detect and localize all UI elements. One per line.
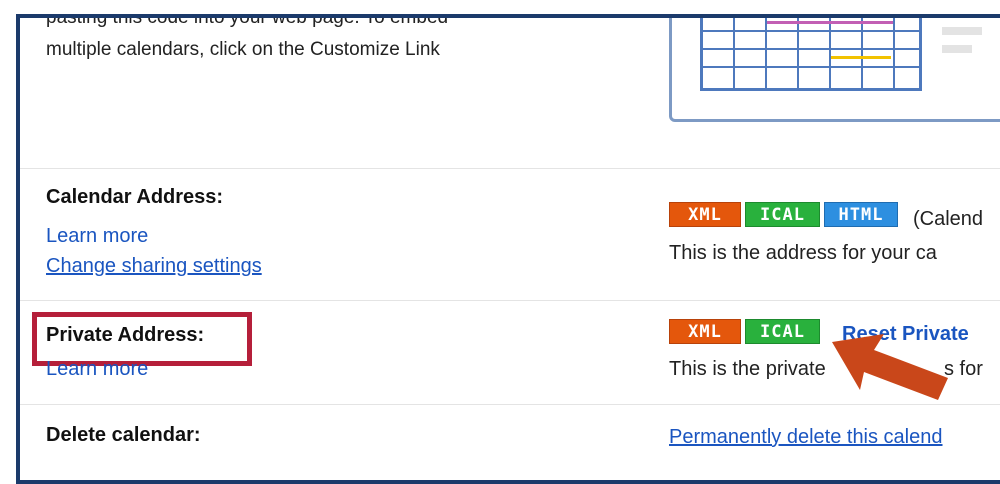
- private-xml-button[interactable]: XML: [669, 319, 741, 344]
- divider: [20, 168, 1000, 169]
- embed-instructions: pasting this code into your web page. To…: [46, 14, 606, 66]
- settings-panel: pasting this code into your web page. To…: [16, 14, 1000, 484]
- pointer-arrow-icon: [832, 334, 948, 400]
- private-address-learn-more-link[interactable]: Learn more: [46, 358, 148, 381]
- calendar-address-description: This is the address for your ca: [669, 242, 937, 264]
- embed-instructions-line-1: pasting this code into your web page. To…: [46, 14, 449, 28]
- calendar-ical-button[interactable]: ICAL: [745, 202, 820, 227]
- private-ical-button[interactable]: ICAL: [745, 319, 820, 344]
- calendar-address-learn-more-link[interactable]: Learn more: [46, 225, 148, 248]
- embed-instructions-line-2: multiple calendars, click on the Customi…: [46, 39, 440, 60]
- private-address-label: Private Address:: [46, 324, 205, 346]
- calendar-xml-button[interactable]: XML: [669, 202, 741, 227]
- delete-calendar-label: Delete calendar:: [46, 424, 201, 446]
- calendar-address-label: Calendar Address:: [46, 186, 224, 208]
- permanently-delete-link[interactable]: Permanently delete this calend: [669, 426, 943, 449]
- calendar-address-note: (Calend: [913, 208, 984, 230]
- divider: [20, 300, 1000, 301]
- calendar-preview-grid: [700, 18, 922, 91]
- calendar-preview-image: [669, 18, 1000, 122]
- change-sharing-settings-link[interactable]: Change sharing settings: [46, 255, 262, 278]
- calendar-html-button[interactable]: HTML: [824, 202, 898, 227]
- private-address-description: This is the private: [669, 358, 826, 380]
